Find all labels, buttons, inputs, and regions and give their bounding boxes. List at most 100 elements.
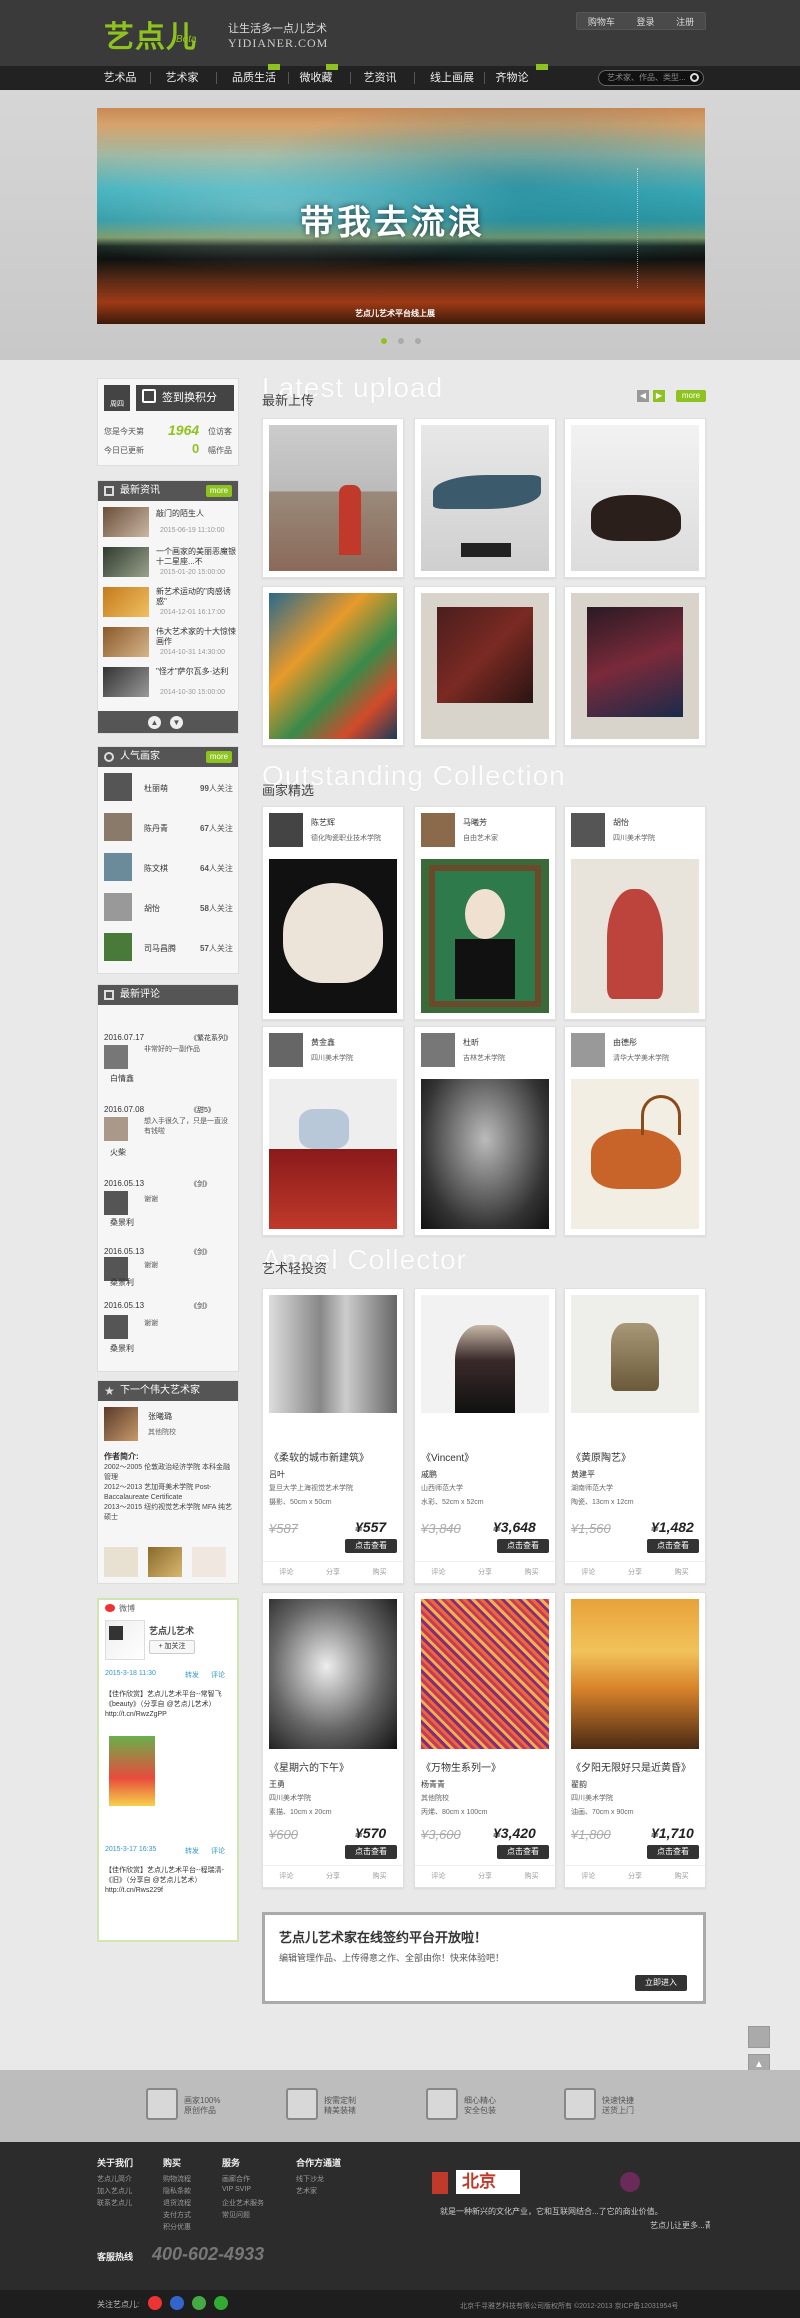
commenter-avatar[interactable] (104, 1315, 128, 1339)
footer-link[interactable]: VIP SVIP (222, 2186, 251, 2193)
artist-avatar[interactable] (104, 893, 132, 921)
follow-button[interactable]: + 加关注 (149, 1640, 195, 1654)
artwork-card[interactable] (564, 586, 706, 746)
artwork-card[interactable] (262, 586, 404, 746)
comment-action[interactable]: 评论 (279, 1567, 293, 1577)
comment-work[interactable]: 《剑》 (190, 1179, 211, 1189)
artist-name[interactable]: 陈文棋 (144, 863, 168, 874)
artist-name[interactable]: 司马昌腾 (144, 943, 176, 954)
artwork-card[interactable] (564, 418, 706, 578)
artist-avatar[interactable] (421, 813, 455, 847)
comment-work[interactable]: 《剑》 (190, 1247, 211, 1257)
buy-action[interactable]: 购买 (373, 1871, 387, 1881)
artwork-card[interactable] (414, 418, 556, 578)
artwork-image[interactable] (571, 859, 699, 1013)
comment-work[interactable]: 《剑》 (190, 1301, 211, 1311)
repost-link[interactable]: 转发 (185, 1846, 199, 1856)
news-thumbnail[interactable] (103, 667, 149, 697)
post-date[interactable]: 2015-3-18 11:30 (105, 1670, 156, 1677)
post-image[interactable] (109, 1736, 155, 1806)
artist-name[interactable]: 张曦璐 (148, 1411, 172, 1422)
footer-link[interactable]: 隐私条款 (163, 2186, 191, 2196)
work-artist[interactable]: 翟韵 (571, 1779, 587, 1790)
artist-name[interactable]: 黄金鑫 (311, 1037, 335, 1048)
footer-link[interactable]: 加入艺点儿 (97, 2186, 132, 2196)
weibo-icon[interactable] (148, 2296, 162, 2310)
artwork-image[interactable] (571, 1599, 699, 1749)
slide-dot[interactable] (398, 338, 404, 344)
comment-action[interactable]: 评论 (431, 1567, 445, 1577)
work-title[interactable]: 《万物生系列一》 (421, 1759, 501, 1774)
artist-avatar[interactable] (104, 813, 132, 841)
work-artist[interactable]: 杨青青 (421, 1779, 445, 1790)
commenter-name[interactable]: 桑景利 (110, 1343, 134, 1354)
artwork-image[interactable] (421, 1599, 549, 1749)
repost-link[interactable]: 转发 (185, 1670, 199, 1680)
artist-avatar[interactable] (104, 1407, 138, 1441)
footer-link[interactable]: 艺术家 (296, 2186, 317, 2196)
comment-link[interactable]: 评论 (211, 1846, 225, 1856)
news-item-title[interactable]: 伟大艺术家的十大惊悚画作 (156, 627, 236, 647)
search-input[interactable]: 艺术家、作品、类型... (598, 70, 704, 86)
artwork-thumbnail[interactable] (148, 1547, 182, 1577)
artwork-image[interactable] (269, 593, 397, 739)
chevron-up-icon[interactable]: ▲ (148, 716, 161, 729)
footer-link[interactable]: 常见问题 (222, 2210, 250, 2220)
work-title[interactable]: 《夕阳无限好只是近黄昏》 (571, 1759, 691, 1774)
artist-avatar[interactable] (421, 1033, 455, 1067)
latest-more-button[interactable]: more (676, 390, 706, 402)
search-icon[interactable] (690, 73, 699, 82)
artist-name[interactable]: 陈艺辉 (311, 817, 335, 828)
footer-link[interactable]: 艺点儿简介 (97, 2174, 132, 2184)
artwork-image[interactable] (571, 1295, 699, 1413)
artist-avatar[interactable] (571, 813, 605, 847)
artwork-card[interactable] (262, 418, 404, 578)
view-button[interactable]: 点击查看 (497, 1539, 549, 1553)
artwork-image[interactable] (421, 1295, 549, 1413)
commenter-name[interactable]: 火柴 (110, 1147, 126, 1158)
artist-card[interactable]: 陈艺辉 德化陶瓷职业技术学院 (262, 806, 404, 1020)
buy-action[interactable]: 购买 (373, 1567, 387, 1577)
nav-artists[interactable]: 艺术家 (160, 66, 204, 90)
buy-action[interactable]: 购买 (525, 1567, 539, 1577)
view-button[interactable]: 点击查看 (345, 1845, 397, 1859)
artwork-image[interactable] (571, 1079, 699, 1229)
share-action[interactable]: 分享 (326, 1567, 340, 1577)
work-title[interactable]: 《星期六的下午》 (269, 1759, 349, 1774)
comment-action[interactable]: 评论 (279, 1871, 293, 1881)
footer-link[interactable]: 联系艺点儿 (97, 2198, 132, 2208)
artist-card[interactable]: 马曦芳 自由艺术家 (414, 806, 556, 1020)
share-action[interactable]: 分享 (628, 1567, 642, 1577)
enter-button[interactable]: 立即进入 (635, 1975, 687, 1991)
qrcode-icon[interactable] (748, 2026, 770, 2048)
artwork-image[interactable] (421, 1079, 549, 1229)
artist-avatar[interactable] (104, 773, 132, 801)
footer-link[interactable]: 退货流程 (163, 2198, 191, 2208)
artwork-image[interactable] (269, 1599, 397, 1749)
artist-name[interactable]: 杜昕 (463, 1037, 479, 1048)
view-button[interactable]: 点击查看 (497, 1845, 549, 1859)
chevron-left-icon[interactable]: ◀ (637, 390, 649, 402)
comment-action[interactable]: 评论 (431, 1871, 445, 1881)
weibo-name[interactable]: 艺点儿艺术 (149, 1624, 194, 1637)
artwork-image[interactable] (571, 593, 699, 739)
artwork-card[interactable] (414, 586, 556, 746)
artist-name[interactable]: 胡怡 (144, 903, 160, 914)
artist-avatar[interactable] (269, 1033, 303, 1067)
footer-link[interactable]: 购物流程 (163, 2174, 191, 2184)
artist-avatar[interactable] (104, 933, 132, 961)
commenter-name[interactable]: 桑景利 (110, 1217, 134, 1228)
work-title[interactable]: 《柔软的城市新建筑》 (269, 1449, 369, 1464)
news-more-button[interactable]: more (206, 485, 232, 497)
news-item-title[interactable]: 敲门的陌生人 (156, 509, 236, 519)
artwork-image[interactable] (269, 425, 397, 571)
news-thumbnail[interactable] (103, 507, 149, 537)
artwork-image[interactable] (269, 1079, 397, 1229)
footer-link[interactable]: 企业艺术服务 (222, 2198, 264, 2208)
footer-link[interactable]: 线下沙龙 (296, 2174, 324, 2184)
slide-dot[interactable] (415, 338, 421, 344)
cart-link[interactable]: 购物车 (588, 15, 615, 28)
work-artist[interactable]: 吕叶 (269, 1469, 285, 1480)
nav-artworks[interactable]: 艺术品 (98, 66, 142, 90)
footer-link[interactable]: 积分优惠 (163, 2222, 191, 2232)
